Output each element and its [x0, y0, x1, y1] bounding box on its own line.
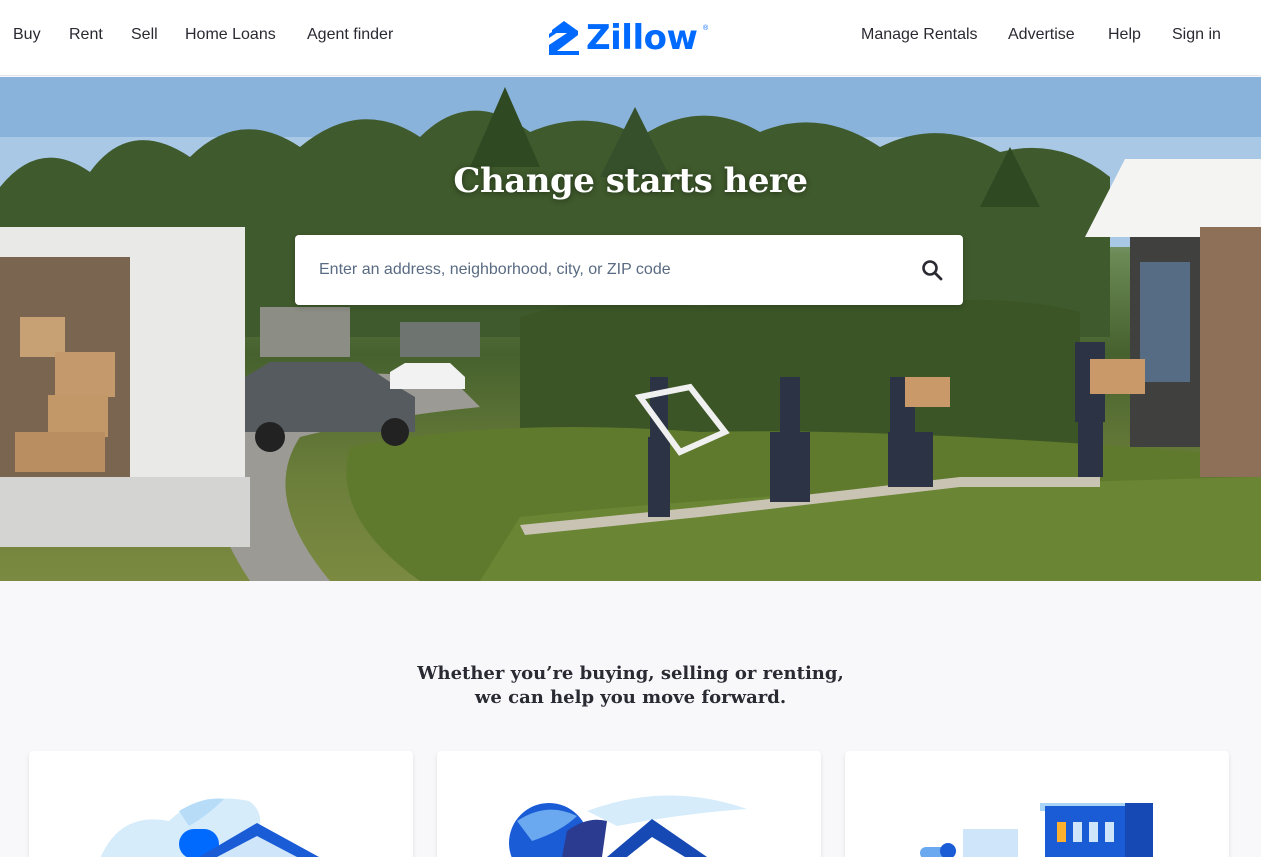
zillow-logo-icon	[549, 21, 579, 55]
hero-title: Change starts here	[453, 161, 808, 201]
tagline-line-1: Whether you’re buying, selling or rentin…	[417, 663, 844, 684]
section-tagline: Whether you’re buying, selling or rentin…	[0, 662, 1261, 710]
registered-mark: ®	[703, 25, 709, 32]
nav-sell[interactable]: Sell	[131, 26, 158, 44]
search-icon[interactable]	[921, 259, 943, 281]
nav-buy[interactable]: Buy	[13, 26, 41, 44]
tagline-line-2: we can help you move forward.	[474, 687, 787, 708]
hero-background-photo	[0, 77, 1261, 581]
site-header: Buy Rent Sell Home Loans Agent finder Zi…	[0, 0, 1261, 76]
buy-card[interactable]	[29, 751, 413, 857]
rent-card[interactable]	[845, 751, 1229, 857]
nav-home-loans[interactable]: Home Loans	[185, 26, 276, 44]
search-input[interactable]	[295, 235, 895, 305]
hero-section: Change starts here	[0, 77, 1261, 581]
nav-agent-finder[interactable]: Agent finder	[307, 26, 393, 44]
nav-advertise[interactable]: Advertise	[1008, 26, 1075, 44]
nav-help[interactable]: Help	[1108, 26, 1141, 44]
sell-house-illustration-icon	[509, 795, 747, 857]
search-bar	[295, 235, 963, 305]
buy-house-illustration-icon	[100, 798, 319, 857]
nav-sign-in[interactable]: Sign in	[1172, 26, 1221, 44]
rent-building-illustration-icon	[920, 803, 1153, 857]
sell-card[interactable]	[437, 751, 821, 857]
nav-manage-rentals[interactable]: Manage Rentals	[861, 26, 978, 44]
zillow-logo[interactable]: Zillow ®	[548, 18, 718, 58]
logo-wordmark: Zillow	[586, 18, 698, 58]
nav-rent[interactable]: Rent	[69, 26, 103, 44]
